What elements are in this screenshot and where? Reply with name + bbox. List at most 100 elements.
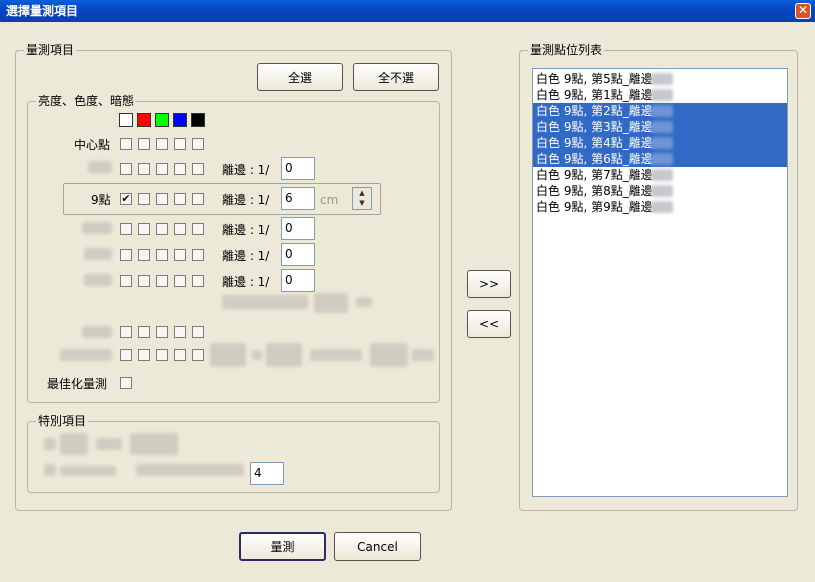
nine-red-checkbox[interactable] <box>138 193 150 205</box>
list-item-text: 白色 9點, 第4點_離邊: <box>536 136 657 150</box>
row-e-checkbox-3[interactable] <box>156 275 168 287</box>
redacted-value <box>651 89 673 101</box>
nine-edge-input[interactable]: 6 <box>281 187 315 210</box>
select-all-button[interactable]: 全選 <box>257 63 343 91</box>
redacted-special-text-3 <box>136 464 244 476</box>
row-g-checkbox-4[interactable] <box>174 349 186 361</box>
row-a-checkbox-1[interactable] <box>120 163 132 175</box>
redacted-value <box>651 105 673 117</box>
redacted-value <box>651 201 673 213</box>
nine-point-label: 9點 <box>91 193 111 207</box>
list-item-text: 白色 9點, 第2點_離邊: <box>536 104 657 118</box>
nine-spinner[interactable]: ▲ ▼ <box>352 187 372 210</box>
nine-unit-label: cm <box>320 193 339 207</box>
measure-button[interactable]: 量測 <box>239 532 326 561</box>
nine-green-checkbox[interactable] <box>156 193 168 205</box>
row-e-checkbox-5[interactable] <box>192 275 204 287</box>
dialog-window: 選擇量測項目 ✕ 量測項目 全選 全不選 亮度、色度、暗態 中心點 離邊 : 1… <box>0 0 815 582</box>
row-d-checkbox-1[interactable] <box>120 249 132 261</box>
list-item-text: 白色 9點, 第9點_離邊: <box>536 200 657 214</box>
cancel-button[interactable]: Cancel <box>334 532 421 561</box>
list-item-text: 白色 9點, 第6點_離邊: <box>536 152 657 166</box>
redacted-value <box>651 73 673 85</box>
row-c-checkbox-4[interactable] <box>174 223 186 235</box>
black-swatch <box>191 113 205 127</box>
remove-from-list-button[interactable]: << <box>467 310 511 338</box>
list-item-text: 白色 9點, 第7點_離邊: <box>536 168 657 182</box>
redacted-special-checkbox-1 <box>44 438 56 450</box>
row-a-checkbox-4[interactable] <box>174 163 186 175</box>
row-e-edge-input[interactable]: 0 <box>281 269 315 292</box>
spinner-up-icon[interactable]: ▲ <box>353 188 371 198</box>
center-green-checkbox[interactable] <box>156 138 168 150</box>
row-g-checkbox-1[interactable] <box>120 349 132 361</box>
row-e-checkbox-4[interactable] <box>174 275 186 287</box>
row-e-edge-label: 離邊 : 1/ <box>222 275 270 289</box>
center-black-checkbox[interactable] <box>192 138 204 150</box>
redacted-special-input-2 <box>130 433 178 455</box>
row-d-checkbox-3[interactable] <box>156 249 168 261</box>
row-d-edge-input[interactable]: 0 <box>281 243 315 266</box>
row-a-checkbox-5[interactable] <box>192 163 204 175</box>
redacted-special-checkbox-2 <box>44 464 56 476</box>
list-item[interactable]: 白色 9點, 第1點_離邊: <box>533 87 787 103</box>
row-g-checkbox-5[interactable] <box>192 349 204 361</box>
row-a-edge-input[interactable]: 0 <box>281 157 315 180</box>
optimize-checkbox[interactable] <box>120 377 132 389</box>
redacted-row-g-label <box>60 349 112 361</box>
center-point-label: 中心點 <box>74 138 111 152</box>
row-d-checkbox-2[interactable] <box>138 249 150 261</box>
list-item[interactable]: 白色 9點, 第8點_離邊: <box>533 183 787 199</box>
row-a-checkbox-3[interactable] <box>156 163 168 175</box>
list-item[interactable]: 白色 9點, 第9點_離邊: <box>533 199 787 215</box>
row-d-checkbox-5[interactable] <box>192 249 204 261</box>
list-item-selected[interactable]: 白色 9點, 第4點_離邊: <box>533 135 787 151</box>
list-item-selected[interactable]: 白色 9點, 第6點_離邊: <box>533 151 787 167</box>
point-listbox[interactable]: 白色 9點, 第5點_離邊: 白色 9點, 第1點_離邊: 白色 9點, 第2點… <box>532 68 788 497</box>
list-item[interactable]: 白色 9點, 第5點_離邊: <box>533 71 787 87</box>
close-icon[interactable]: ✕ <box>795 3 811 19</box>
row-a-checkbox-2[interactable] <box>138 163 150 175</box>
redacted-row-f-label <box>82 326 112 338</box>
nine-black-checkbox[interactable] <box>192 193 204 205</box>
center-blue-checkbox[interactable] <box>174 138 186 150</box>
row-c-checkbox-5[interactable] <box>192 223 204 235</box>
select-none-button[interactable]: 全不選 <box>353 63 439 91</box>
measure-items-title: 量測項目 <box>24 43 77 58</box>
special-items-group: 特別項目 <box>27 414 440 493</box>
redacted-option-input <box>314 293 348 313</box>
center-red-checkbox[interactable] <box>138 138 150 150</box>
nine-blue-checkbox[interactable] <box>174 193 186 205</box>
row-e-checkbox-2[interactable] <box>138 275 150 287</box>
row-f-checkbox-1[interactable] <box>120 326 132 338</box>
row-e-checkbox-1[interactable] <box>120 275 132 287</box>
row-g-checkbox-3[interactable] <box>156 349 168 361</box>
redacted-value <box>651 137 673 149</box>
row-g-checkbox-2[interactable] <box>138 349 150 361</box>
list-item-selected[interactable]: 白色 9點, 第3點_離邊: <box>533 119 787 135</box>
redacted-row-d-label <box>84 248 112 260</box>
row-f-checkbox-5[interactable] <box>192 326 204 338</box>
list-item-text: 白色 9點, 第8點_離邊: <box>536 184 657 198</box>
row-c-checkbox-2[interactable] <box>138 223 150 235</box>
row-d-edge-label: 離邊 : 1/ <box>222 249 270 263</box>
special-value-input[interactable]: 4 <box>250 462 284 485</box>
row-f-checkbox-4[interactable] <box>174 326 186 338</box>
redacted-special-text-1 <box>96 438 122 450</box>
row-c-edge-input[interactable]: 0 <box>281 217 315 240</box>
row-f-checkbox-3[interactable] <box>156 326 168 338</box>
list-item-selected[interactable]: 白色 9點, 第2點_離邊: <box>533 103 787 119</box>
list-item[interactable]: 白色 9點, 第7點_離邊: <box>533 167 787 183</box>
add-to-list-button[interactable]: >> <box>467 270 511 298</box>
spinner-down-icon[interactable]: ▼ <box>353 198 371 208</box>
redacted-option-unit <box>356 297 372 307</box>
row-f-checkbox-2[interactable] <box>138 326 150 338</box>
redacted-special-text-2 <box>60 466 116 476</box>
row-c-checkbox-1[interactable] <box>120 223 132 235</box>
nine-white-checkbox[interactable]: ✔ <box>120 193 132 205</box>
white-swatch <box>119 113 133 127</box>
row-d-checkbox-4[interactable] <box>174 249 186 261</box>
center-white-checkbox[interactable] <box>120 138 132 150</box>
list-item-text: 白色 9點, 第5點_離邊: <box>536 72 657 86</box>
row-c-checkbox-3[interactable] <box>156 223 168 235</box>
